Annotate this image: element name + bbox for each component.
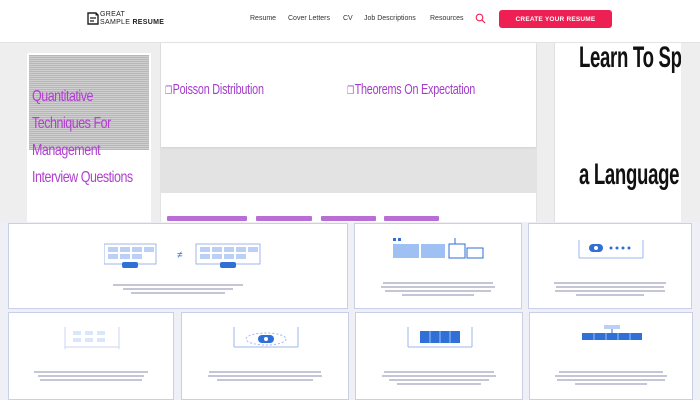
- site-logo[interactable]: GREAT SAMPLE RESUME: [86, 10, 166, 30]
- block-stack-icon: [407, 327, 473, 348]
- nav-job-descriptions[interactable]: Job Descriptions: [364, 15, 416, 22]
- ad-line-1: Learn To Speak: [578, 43, 681, 74]
- logo-line-2a: SAMPLE: [100, 19, 131, 26]
- diagram-grid: ≠: [0, 222, 700, 400]
- link-icon: ❐: [165, 85, 172, 97]
- diagram-tile[interactable]: [529, 312, 693, 400]
- logo-wordmark: GREAT SAMPLE RESUME: [100, 11, 164, 27]
- logo-line-2: SAMPLE RESUME: [100, 19, 164, 27]
- related-questions-panel: Quantitative Techniques For Management I…: [27, 53, 151, 228]
- tile-description: [32, 369, 150, 387]
- topic-label: Theorems On Expectation: [354, 81, 476, 98]
- link-icon: ❐: [347, 85, 354, 97]
- diagram-tile[interactable]: [528, 223, 692, 309]
- diagram-tile[interactable]: ≠: [8, 223, 348, 309]
- related-questions-link[interactable]: Quantitative Techniques For Management I…: [32, 83, 145, 191]
- nav-cover-letters[interactable]: Cover Letters: [288, 15, 330, 22]
- tag-pill[interactable]: [167, 216, 247, 221]
- nav-cv[interactable]: CV: [343, 15, 353, 22]
- stacked-blocks-icon: [393, 238, 484, 259]
- site-header: GREAT SAMPLE RESUME Resume Cover Letters…: [0, 0, 700, 43]
- faded-grid-icon: [64, 327, 120, 349]
- node-row-icon: [578, 240, 644, 259]
- nav-resume[interactable]: Resume: [250, 15, 276, 22]
- tile-description: [205, 369, 325, 387]
- nav-resources[interactable]: Resources: [430, 15, 463, 22]
- logo-mark-icon: [87, 12, 99, 25]
- comparison-diagram-icon: ≠: [104, 243, 261, 268]
- svg-text:≠: ≠: [177, 250, 183, 261]
- topic-link-poisson[interactable]: ❐Poisson Distribution: [165, 81, 264, 98]
- cycle-diagram-icon: [233, 327, 299, 348]
- tile-description: [378, 280, 498, 298]
- diagram-tile[interactable]: [355, 312, 523, 400]
- tile-description: [552, 280, 669, 298]
- logo-line-1: GREAT: [100, 11, 126, 18]
- topic-label: Poisson Distribution: [172, 81, 264, 98]
- diagram-tile[interactable]: [354, 223, 522, 309]
- tile-description: [379, 369, 499, 387]
- tile-description: [110, 282, 245, 300]
- tag-pill[interactable]: [256, 216, 312, 221]
- tag-pill[interactable]: [384, 216, 439, 221]
- create-resume-button[interactable]: CREATE YOUR RESUME: [499, 10, 612, 28]
- topic-card-row: ❐Poisson Distribution ❐Theorems On Expec…: [161, 43, 536, 147]
- diagram-tile[interactable]: [181, 312, 349, 400]
- search-icon[interactable]: [475, 13, 486, 24]
- advertisement[interactable]: Learn To Speak a Language: [554, 43, 681, 228]
- ad-line-2: a Language: [578, 158, 680, 191]
- logo-line-2b: RESUME: [132, 19, 165, 26]
- tag-pill[interactable]: [321, 216, 376, 221]
- tile-description: [553, 369, 670, 387]
- diagram-tile[interactable]: [8, 312, 174, 400]
- bar-chain-icon: [582, 325, 642, 340]
- topic-link-expectation[interactable]: ❐Theorems On Expectation: [347, 81, 475, 98]
